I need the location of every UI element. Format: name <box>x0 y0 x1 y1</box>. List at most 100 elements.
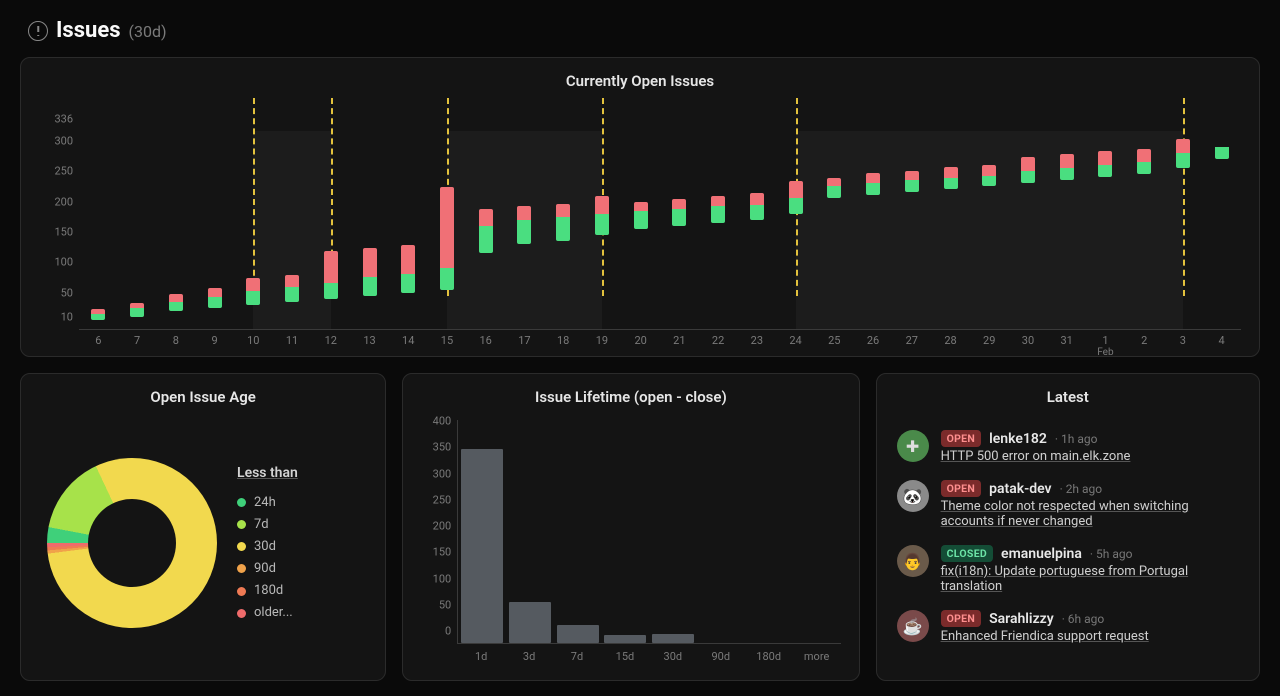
chart-bar[interactable] <box>595 195 609 329</box>
username[interactable]: lenke182 <box>989 431 1047 447</box>
latest-issues-list: ✚ OPEN lenke182 · 1h ago HTTP 500 error on m… <box>895 416 1241 670</box>
y-tick-label: 300 <box>54 134 73 147</box>
latest-issues-card: Latest ✚ OPEN lenke182 · 1h ago HTTP 500 err… <box>876 373 1260 681</box>
chart-bar[interactable] <box>246 277 260 329</box>
x-tick-label: 22 <box>712 334 724 347</box>
y-tick-label: 400 <box>433 415 452 428</box>
chart-bar[interactable] <box>1176 138 1190 329</box>
chart-bar[interactable] <box>1137 148 1151 329</box>
histogram-bar[interactable] <box>652 634 694 643</box>
chart-bar[interactable] <box>866 172 880 329</box>
y-tick-label: 300 <box>433 467 452 480</box>
chart-bar[interactable] <box>324 250 338 329</box>
avatar[interactable]: 🐼 <box>897 480 929 512</box>
latest-issue-item[interactable]: 🐼 OPEN patak-dev · 2h ago Theme color not re… <box>895 472 1241 537</box>
issue-age-donut[interactable] <box>47 458 217 628</box>
legend-item[interactable]: older... <box>237 602 298 624</box>
open-issues-chart-card: Currently Open Issues 105010015020025030… <box>20 57 1260 357</box>
issue-time: · 2h ago <box>1060 482 1103 496</box>
x-tick-label: 3 <box>1180 334 1186 347</box>
open-issues-y-axis: 1050100150200250300336 <box>39 100 79 330</box>
y-tick-label: 200 <box>54 195 73 208</box>
x-tick-label: 21 <box>673 334 685 347</box>
chart-bar[interactable] <box>1060 153 1074 329</box>
chart-bar[interactable] <box>672 198 686 329</box>
chart-bar[interactable] <box>711 195 725 329</box>
chart-bar[interactable] <box>479 208 493 329</box>
x-tick-label: 27 <box>906 334 918 347</box>
chart-bar[interactable] <box>1098 150 1112 329</box>
legend-color-dot <box>237 498 246 507</box>
open-issues-plot-area[interactable] <box>79 100 1241 330</box>
chart-bar[interactable] <box>208 287 222 330</box>
chart-bar[interactable] <box>169 293 183 329</box>
histogram-bar[interactable] <box>509 602 551 643</box>
chart-bar[interactable] <box>634 201 648 329</box>
legend-item[interactable]: 30d <box>237 536 298 558</box>
page-period: (30d) <box>129 22 167 41</box>
x-tick-label: 7d <box>571 650 583 663</box>
legend-item[interactable]: 7d <box>237 514 298 536</box>
legend-label: 24h <box>254 492 276 514</box>
chart-bar[interactable] <box>91 308 105 329</box>
issue-age-title: Open Issue Age <box>39 388 367 406</box>
chart-bar[interactable] <box>285 274 299 329</box>
y-tick-label: 150 <box>433 546 452 559</box>
y-tick-label: 100 <box>54 256 73 269</box>
issue-time: · 1h ago <box>1055 432 1098 446</box>
issue-title[interactable]: Enhanced Friendica support request <box>941 629 1239 644</box>
chart-bar[interactable] <box>440 186 454 329</box>
lifetime-plot-area[interactable] <box>457 420 840 644</box>
chart-bar[interactable] <box>827 177 841 329</box>
x-tick-label: 29 <box>983 334 995 347</box>
chart-bar[interactable] <box>1215 147 1229 329</box>
issue-title[interactable]: fix(i18n): Update portuguese from Portug… <box>941 564 1239 594</box>
x-tick-label: 15d <box>616 650 635 663</box>
chart-bar[interactable] <box>750 192 764 329</box>
latest-issue-item[interactable]: 👨CLOSEDemanuelpina· 5h agofix(i18n): Upd… <box>895 537 1241 602</box>
avatar[interactable]: 👨 <box>897 545 929 577</box>
chart-bar[interactable] <box>944 166 958 329</box>
chart-bar[interactable] <box>556 203 570 329</box>
lifetime-y-axis: 050100150200250300350400 <box>421 420 457 644</box>
status-badge: OPEN <box>941 610 982 627</box>
username[interactable]: emanuelpina <box>1001 546 1082 562</box>
issue-title[interactable]: HTTP 500 error on main.elk.zone <box>941 449 1239 464</box>
chart-bar[interactable] <box>401 244 415 329</box>
legend-item[interactable]: 90d <box>237 558 298 580</box>
histogram-bar[interactable] <box>604 635 646 643</box>
latest-issue-item[interactable]: ✚OPENlenke182· 1h agoHTTP 500 error on m… <box>895 422 1241 472</box>
avatar[interactable]: ☕ <box>897 610 929 642</box>
chart-bar[interactable] <box>905 170 919 329</box>
legend-color-dot <box>237 564 246 573</box>
chart-bar[interactable] <box>517 205 531 330</box>
y-tick-label: 10 <box>61 311 73 324</box>
avatar[interactable]: ✚ <box>897 430 929 462</box>
chart-bar[interactable] <box>1021 156 1035 329</box>
issue-time: · 5h ago <box>1090 547 1133 561</box>
chart-bar[interactable] <box>363 247 377 329</box>
open-issues-chart[interactable]: 1050100150200250300336 <box>39 100 1241 330</box>
legend-item[interactable]: 180d <box>237 580 298 602</box>
latest-issues-title: Latest <box>895 388 1241 406</box>
latest-issue-item[interactable]: ☕OPENSarahlizzy· 6h agoEnhanced Friendic… <box>895 602 1241 652</box>
histogram-bar[interactable] <box>461 449 503 643</box>
y-tick-label: 336 <box>54 113 73 126</box>
chart-bar[interactable] <box>982 164 996 329</box>
status-badge: OPEN <box>941 480 982 497</box>
lifetime-chart[interactable]: 050100150200250300350400 <box>421 420 840 644</box>
legend-label: 180d <box>254 580 283 602</box>
issue-age-card: Open Issue Age Less than 24h7d30d90d180d… <box>20 373 386 681</box>
x-tick-label: 1Feb <box>1097 334 1113 358</box>
legend-title: Less than <box>237 462 298 486</box>
username[interactable]: patak-dev <box>989 481 1051 497</box>
histogram-bar[interactable] <box>557 625 599 643</box>
issue-title[interactable]: Theme color not respected when switching… <box>941 499 1239 529</box>
x-tick-label: 180d <box>756 650 781 663</box>
x-tick-label: more <box>804 650 829 663</box>
chart-bar[interactable] <box>789 180 803 329</box>
open-issues-x-axis: 6789101112131415161718192021222324252627… <box>79 330 1241 360</box>
username[interactable]: Sarahlizzy <box>989 611 1054 627</box>
chart-bar[interactable] <box>130 302 144 329</box>
legend-item[interactable]: 24h <box>237 492 298 514</box>
